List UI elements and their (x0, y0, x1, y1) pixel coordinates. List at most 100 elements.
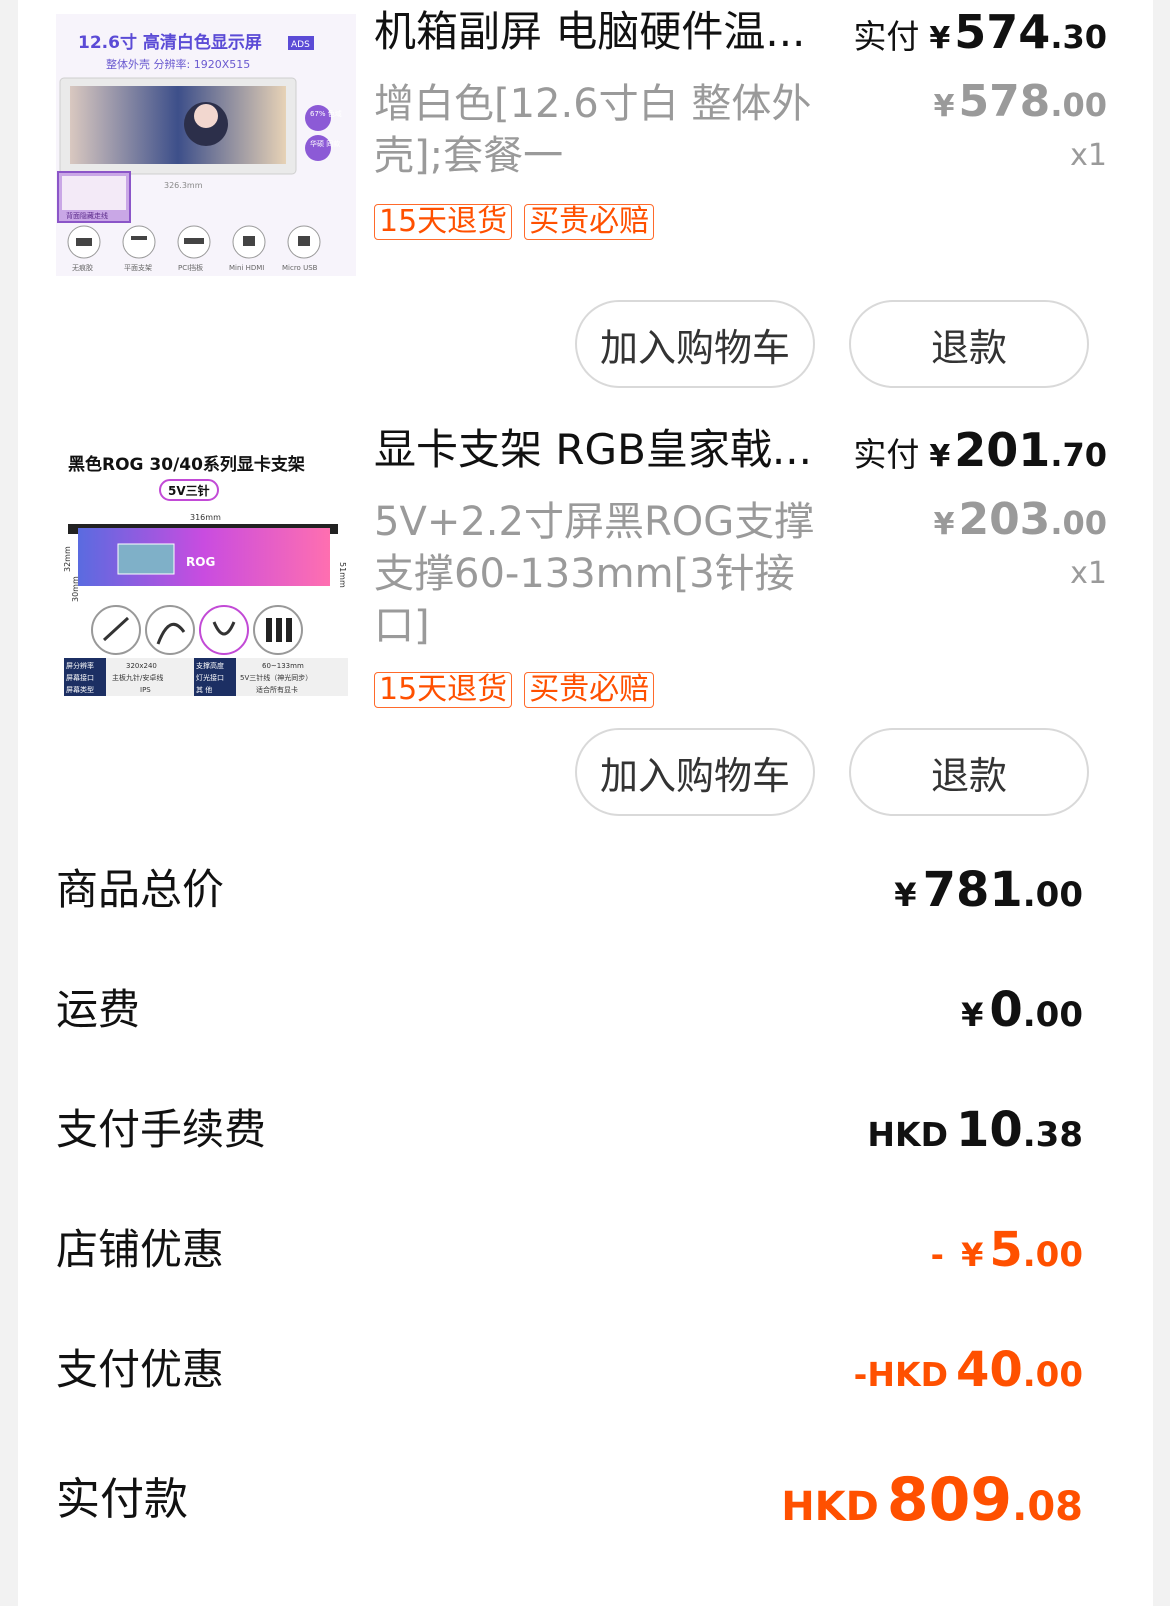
currency-code: HKD (781, 1484, 879, 1530)
product-title-1[interactable]: 机箱副屏 电脑硬件温... (374, 6, 844, 58)
order-item-1[interactable]: 12.6寸 高清白色显示屏 ADS 整体外壳 分辨率: 1920X515 67%… (18, 0, 1153, 400)
summary-value: -HKD 40.00 (854, 1310, 1083, 1441)
minus-sign: - (853, 1355, 868, 1394)
icon-label-4: Mini HDMI (229, 264, 264, 272)
paid-int: 201 (954, 423, 1051, 477)
product-image-1[interactable]: 12.6寸 高清白色显示屏 ADS 整体外壳 分辨率: 1920X515 67%… (56, 14, 356, 276)
value-dec: .00 (1022, 1235, 1083, 1275)
spec-value: 5V三针线（神光同步） (240, 673, 312, 682)
currency-symbol: ¥ (961, 1236, 984, 1274)
paid-dec: .30 (1050, 18, 1107, 56)
product-title-2[interactable]: 显卡支架 RGB皇家戟... (374, 424, 844, 476)
refund-button-1[interactable]: 退款 (849, 300, 1089, 388)
image-inset-label: 背面隐藏走线 (66, 211, 108, 220)
currency-symbol: ¥ (929, 439, 951, 474)
paid-int: 574 (954, 5, 1051, 59)
spec-value: 320x240 (126, 662, 157, 670)
spec-value: IPS (140, 686, 151, 694)
image-dim-top: 316mm (190, 513, 221, 522)
image-subline: 整体外壳 分辨率: 1920X515 (106, 57, 250, 71)
value-int: 40 (955, 1342, 1023, 1398)
summary-goods-total: 商品总价 ¥781.00 (18, 830, 1153, 950)
spec-value: 主板九针/安卓线 (112, 673, 163, 682)
image-pill: 5V三针 (168, 483, 210, 498)
summary-value: HKD 10.38 (867, 1070, 1083, 1201)
summary-store-discount: 店铺优惠 - ¥5.00 (18, 1190, 1153, 1310)
value-dec: .00 (1022, 1355, 1083, 1395)
quantity-2: x1 (1070, 556, 1107, 591)
spec-label: 屏幕类型 (66, 685, 94, 694)
image-headline: 12.6寸 高清白色显示屏 (78, 32, 262, 53)
spec-label: 支撑高度 (196, 661, 224, 670)
icon-label-1: 无痕胶 (72, 263, 93, 272)
image-badge: ADS (291, 40, 310, 50)
value-dec: .00 (1022, 875, 1083, 915)
original-price-1: ¥578.00 (934, 76, 1107, 127)
product-image-2[interactable]: 黑色ROG 30/40系列显卡支架 5V三针 316mm ROG 51mm 32… (56, 432, 356, 702)
currency-symbol: ¥ (933, 89, 955, 124)
orig-int: 578 (958, 76, 1051, 127)
paid-price-1: 实付 ¥574.30 (853, 6, 1107, 65)
image-dim-left: 32mm (63, 546, 72, 572)
spec-label: 屏幕接口 (66, 673, 94, 682)
image-headline: 黑色ROG 30/40系列显卡支架 (68, 454, 305, 475)
summary-shipping: 运费 ¥0.00 (18, 950, 1153, 1070)
icon-label-3: PCI挡板 (178, 263, 203, 272)
product-variant-1: 增白色[12.6寸白 整体外壳];套餐一 (374, 81, 812, 179)
refund-button-2[interactable]: 退款 (849, 728, 1089, 816)
order-detail-card: 12.6寸 高清白色显示屏 ADS 整体外壳 分辨率: 1920X515 67%… (18, 0, 1153, 1606)
tag-return-15-days: 15天退货 (374, 204, 513, 240)
summary-label: 商品总价 (56, 865, 225, 914)
spec-value: 60~133mm (262, 662, 304, 670)
quantity-1: x1 (1070, 138, 1107, 173)
image-dimension: 326.3mm (164, 181, 203, 190)
value-int: 0 (989, 982, 1023, 1038)
paid-dec: .70 (1050, 436, 1107, 474)
value-dec: .38 (1022, 1115, 1083, 1155)
summary-label: 运费 (56, 985, 141, 1034)
value-dec: .08 (1012, 1484, 1083, 1530)
currency-code: HKD (867, 1355, 948, 1394)
value-int: 809 (886, 1465, 1013, 1535)
tag-return-15-days: 15天退货 (374, 672, 513, 708)
summary-value: ¥781.00 (894, 830, 1083, 961)
paid-label: 实付 (853, 17, 920, 56)
image-dim-left2: 30mm (71, 576, 80, 602)
summary-value: - ¥5.00 (931, 1190, 1083, 1321)
image-dim-right: 51mm (338, 562, 347, 588)
add-to-cart-button-1[interactable]: 加入购物车 (575, 300, 815, 388)
summary-payment-fee: 支付手续费 HKD 10.38 (18, 1070, 1153, 1190)
currency-symbol: ¥ (933, 507, 955, 542)
value-int: 5 (989, 1222, 1023, 1278)
currency-symbol: ¥ (961, 996, 984, 1034)
orig-dec: .00 (1050, 86, 1107, 124)
summary-amount-paid: 实付款 HKD 809.08 (18, 1440, 1153, 1560)
order-item-2[interactable]: 黑色ROG 30/40系列显卡支架 5V三针 316mm ROG 51mm 32… (18, 418, 1153, 828)
currency-code: HKD (867, 1115, 948, 1154)
original-price-2: ¥203.00 (934, 494, 1107, 545)
summary-label: 店铺优惠 (56, 1225, 225, 1274)
minus-sign: - (930, 1236, 956, 1274)
tag-price-protection: 买贵必赔 (524, 204, 655, 240)
paid-label: 实付 (853, 435, 920, 474)
summary-value: HKD 809.08 (781, 1440, 1083, 1575)
summary-label: 实付款 (56, 1474, 188, 1525)
currency-symbol: ¥ (929, 21, 951, 56)
svg-text:ROG: ROG (186, 555, 215, 569)
paid-price-2: 实付 ¥201.70 (853, 424, 1107, 483)
spec-value: 适合所有显卡 (256, 685, 298, 694)
orig-int: 203 (958, 494, 1051, 545)
summary-payment-discount: 支付优惠 -HKD 40.00 (18, 1310, 1153, 1430)
chip-gamut: 67% 色域 (310, 109, 342, 118)
spec-label: 灯光接口 (196, 673, 224, 682)
value-int: 10 (955, 1102, 1023, 1158)
currency-symbol: ¥ (894, 876, 917, 914)
summary-value: ¥0.00 (961, 950, 1083, 1081)
orig-dec: .00 (1050, 504, 1107, 542)
value-dec: .00 (1022, 995, 1083, 1035)
summary-label: 支付手续费 (56, 1105, 267, 1154)
icon-label-5: Micro USB (282, 264, 318, 272)
icon-label-2: 平面支架 (124, 263, 152, 272)
value-int: 781 (922, 862, 1023, 918)
add-to-cart-button-2[interactable]: 加入购物车 (575, 728, 815, 816)
